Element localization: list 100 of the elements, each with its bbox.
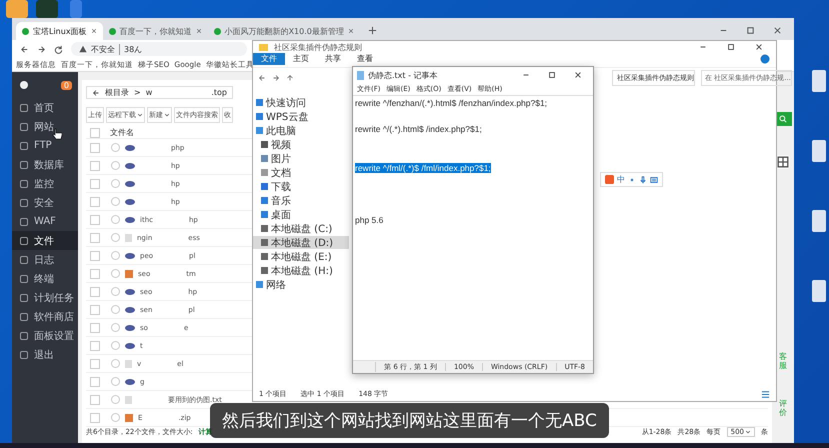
sidebar-item[interactable]: 计划任务 [12, 288, 78, 307]
desktop-icon[interactable] [812, 140, 826, 162]
column-header[interactable]: 文件名 [110, 127, 134, 138]
browser-tab[interactable]: 小面风万能翻新的X10.0最新管理 [208, 22, 360, 40]
film-icon [261, 141, 268, 148]
nav-item[interactable]: 网络 [253, 278, 349, 291]
sidebar-item[interactable]: FTP [12, 136, 78, 155]
back-icon[interactable] [20, 44, 29, 54]
sidebar-item[interactable]: 文件 [12, 231, 78, 250]
details-view-icon[interactable] [761, 390, 770, 398]
desktop-icon[interactable] [812, 70, 826, 92]
nav-item[interactable]: 文档 [253, 166, 349, 179]
menu-icon [20, 274, 28, 282]
sidebar-item[interactable]: 监控 [12, 174, 78, 193]
row-checkbox[interactable] [90, 142, 100, 152]
sidebar-item[interactable]: 终端 [12, 269, 78, 288]
row-checkbox[interactable] [90, 322, 100, 332]
menu-icon [20, 122, 28, 130]
text-line: rewrite ^/(.*).html$ /index.php?$1; [355, 124, 482, 134]
close-icon[interactable] [90, 28, 97, 34]
nav-item[interactable]: WPS云盘 [253, 110, 349, 123]
sidebar-item[interactable]: 退出 [12, 345, 78, 364]
text-file-icon [125, 396, 132, 404]
sidebar-item[interactable]: 日志 [12, 250, 78, 269]
close-icon[interactable] [574, 71, 582, 79]
row-checkbox[interactable] [90, 214, 100, 224]
keyboard-icon[interactable] [650, 176, 658, 184]
close-icon[interactable] [755, 43, 763, 51]
nav-item[interactable]: 此电脑 [253, 124, 349, 137]
nav-item[interactable]: 音乐 [253, 194, 349, 207]
close-icon[interactable] [773, 26, 782, 35]
row-checkbox[interactable] [90, 304, 100, 314]
row-checkbox[interactable] [90, 250, 100, 260]
up-icon[interactable] [286, 74, 294, 82]
row-checkbox[interactable] [90, 376, 100, 386]
maximize-icon[interactable] [746, 26, 755, 35]
computer-icon [256, 127, 263, 134]
back-icon[interactable] [92, 88, 100, 96]
php-file-icon [125, 252, 135, 258]
microphone-icon[interactable] [639, 176, 647, 184]
path-bar[interactable]: 根目录 > w .top [86, 86, 233, 99]
menu-icon [20, 104, 28, 112]
app-icon[interactable] [36, 0, 58, 18]
new-tab-icon[interactable] [368, 26, 377, 35]
nav-item[interactable]: 图片 [253, 152, 349, 165]
nav-item[interactable]: 本地磁盘 (C:) [253, 222, 349, 235]
ribbon-tab[interactable]: 查看 [349, 53, 381, 65]
app-icon[interactable] [6, 0, 28, 18]
nav-item[interactable]: 桌面 [253, 208, 349, 221]
back-icon[interactable] [258, 74, 266, 82]
ribbon-tab[interactable]: 共享 [317, 53, 349, 65]
select-all-checkbox[interactable] [90, 128, 100, 138]
browser-tab[interactable]: 百度一下，你就知道 [102, 22, 208, 40]
sidebar-item[interactable]: 首页 [12, 98, 78, 117]
sidebar-item[interactable]: 网站 [12, 117, 78, 136]
address-field[interactable]: 不安全 38ん [71, 42, 247, 56]
nav-item[interactable]: 本地磁盘 (D:) [253, 236, 349, 249]
row-checkbox[interactable] [90, 412, 100, 422]
music-note-icon [261, 197, 268, 204]
ribbon-tab[interactable]: 主页 [285, 53, 317, 65]
sidebar-item[interactable]: WAF [12, 212, 78, 231]
menu-icon [20, 142, 28, 150]
forward-icon[interactable] [272, 74, 280, 82]
sidebar-item[interactable]: 安全 [12, 193, 78, 212]
row-checkbox[interactable] [90, 286, 100, 296]
forward-icon[interactable] [37, 44, 46, 54]
maximize-icon[interactable] [548, 71, 556, 79]
ribbon-tab[interactable]: 文件 [253, 53, 285, 65]
row-checkbox[interactable] [90, 394, 100, 404]
sidebar-item[interactable]: 软件商店 [12, 307, 78, 326]
row-checkbox[interactable] [90, 160, 100, 170]
browser-tab[interactable]: 宝塔Linux面板 [16, 22, 103, 40]
app-icon[interactable] [70, 0, 82, 18]
help-icon[interactable] [760, 54, 770, 64]
php-file-icon [125, 180, 135, 186]
chevron-down-icon [745, 429, 751, 435]
nav-item[interactable]: 下载 [253, 180, 349, 193]
row-checkbox[interactable] [90, 340, 100, 350]
row-checkbox[interactable] [90, 358, 100, 368]
row-checkbox[interactable] [90, 232, 100, 242]
close-icon[interactable] [348, 28, 354, 34]
nav-item[interactable]: 快速访问 [253, 96, 349, 109]
maximize-icon[interactable] [727, 43, 735, 51]
row-checkbox[interactable] [90, 196, 100, 206]
reload-icon[interactable] [54, 44, 63, 54]
row-checkbox[interactable] [90, 268, 100, 278]
sidebar-item[interactable]: 面板设置 [12, 326, 78, 345]
desktop-icon[interactable] [812, 210, 826, 232]
nav-item[interactable]: 本地磁盘 (E:) [253, 250, 349, 263]
close-icon[interactable] [196, 28, 202, 34]
input-mode-toggle[interactable]: 中 [617, 174, 625, 185]
grid-view-icon[interactable] [777, 156, 789, 168]
desktop-icon[interactable] [812, 280, 826, 302]
sidebar-item[interactable]: 数据库 [12, 155, 78, 174]
row-checkbox[interactable] [90, 178, 100, 188]
nav-item[interactable]: 本地磁盘 (H:) [253, 264, 349, 277]
php-file-icon [125, 324, 135, 330]
nav-item[interactable]: 视频 [253, 138, 349, 151]
menu-icon [20, 294, 28, 302]
picture-icon [261, 155, 268, 162]
